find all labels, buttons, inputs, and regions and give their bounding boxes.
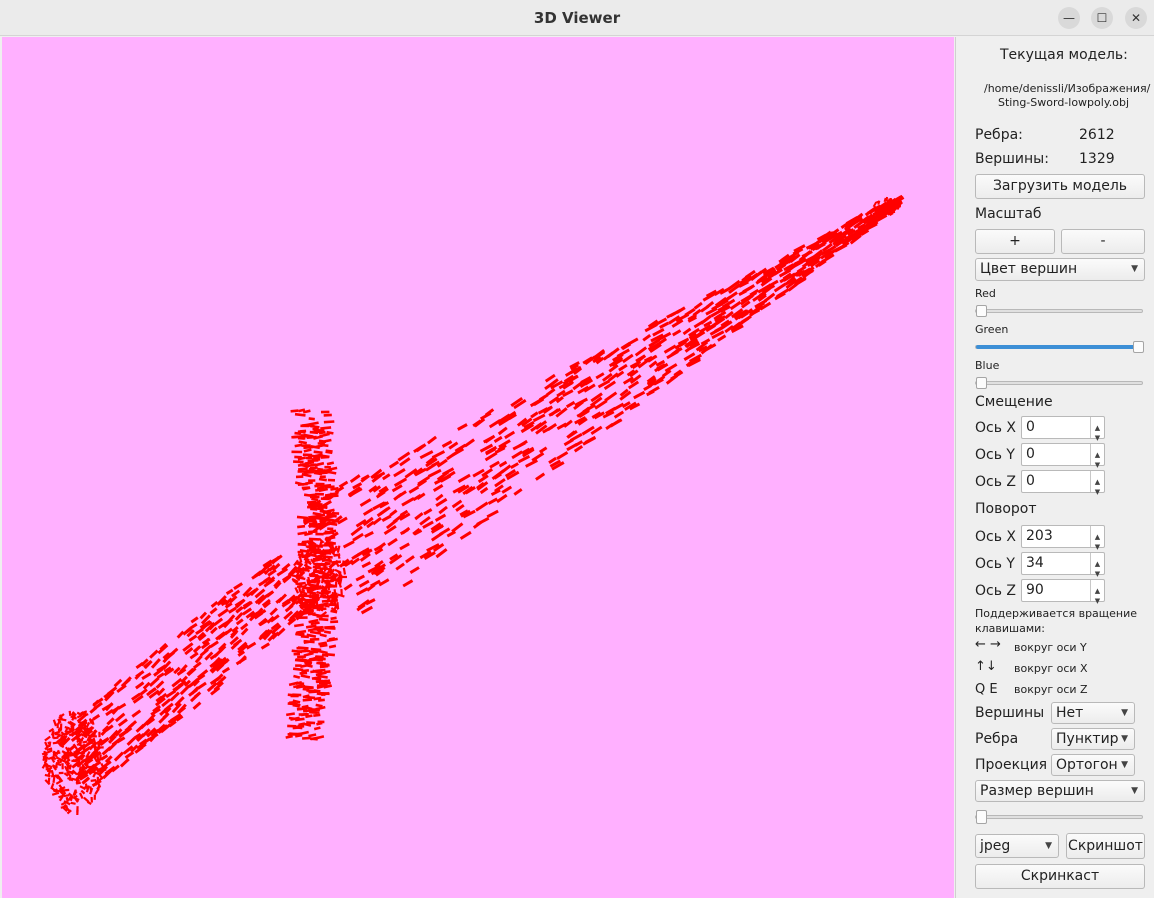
minimize-icon: — <box>1063 11 1075 25</box>
projection-value: Ортогон <box>1056 757 1118 773</box>
rotation-hint-line2: клавишами: <box>975 622 1046 635</box>
green-slider-label: Green <box>975 323 1009 336</box>
rotate-label: Поворот <box>975 501 1037 517</box>
image-format-value: jpeg <box>980 838 1011 854</box>
color-target-select[interactable]: Цвет вершин ▼ <box>975 258 1145 281</box>
red-slider-handle[interactable] <box>976 305 987 317</box>
chevron-down-icon: ▼ <box>1121 760 1128 770</box>
minimize-button[interactable]: — <box>1058 7 1080 29</box>
scale-label: Масштаб <box>975 206 1042 222</box>
color-target-value: Цвет вершин <box>980 261 1078 277</box>
rotate-x-value: 203 <box>1026 528 1053 544</box>
title-bar: 3D Viewer — ☐ ✕ <box>0 0 1154 36</box>
edge-style-label: Ребра <box>975 731 1019 747</box>
translate-y-label: Ось Y <box>975 447 1015 463</box>
chevron-down-icon: ▼ <box>1121 708 1128 718</box>
edges-count-value: 2612 <box>1079 127 1115 143</box>
rotate-z-label: Ось Z <box>975 583 1017 599</box>
vertex-display-label: Вершины <box>975 705 1045 721</box>
model-path-line1: /home/denissli/Изображения/ <box>984 82 1151 95</box>
translate-y-spinbox[interactable]: 0 ▲ ▼ <box>1021 443 1105 469</box>
spin-arrows[interactable]: ▲ ▼ <box>1090 417 1104 442</box>
chevron-down-icon: ▼ <box>1131 786 1138 796</box>
up-down-arrows-icon: ↑↓ <box>975 659 997 674</box>
chevron-down-icon: ▼ <box>1131 264 1138 274</box>
load-model-button[interactable]: Загрузить модель <box>975 174 1145 199</box>
hint-qe-keys: Q E <box>975 682 998 697</box>
close-icon: ✕ <box>1130 11 1142 25</box>
window-title: 3D Viewer <box>533 9 621 27</box>
vertices-count-label: Вершины: <box>975 151 1049 167</box>
vertex-size-select[interactable]: Размер вершин ▼ <box>975 780 1145 802</box>
rotation-hint-line1: Поддерживается вращение <box>975 607 1138 620</box>
model-viewport[interactable] <box>2 37 954 898</box>
rotate-z-spinbox[interactable]: 90 ▲ ▼ <box>1021 579 1105 605</box>
translate-z-spinbox[interactable]: 0 ▲ ▼ <box>1021 470 1105 496</box>
rotate-y-value: 34 <box>1026 555 1044 571</box>
translate-x-value: 0 <box>1026 419 1035 435</box>
hint-left-right-desc: вокруг оси Y <box>1014 641 1087 654</box>
left-right-arrows-icon: ← → <box>975 637 1001 652</box>
green-slider-fill <box>976 345 1139 349</box>
model-path-line2: Sting-Sword-lowpoly.obj <box>998 96 1130 109</box>
vertices-count-value: 1329 <box>1079 151 1115 167</box>
screencast-button[interactable]: Скринкаст <box>975 864 1145 889</box>
edges-count-label: Ребра: <box>975 127 1023 143</box>
rotate-y-spinbox[interactable]: 34 ▲ ▼ <box>1021 552 1105 578</box>
edge-style-value: Пунктир <box>1056 731 1119 747</box>
translate-x-label: Ось X <box>975 420 1017 436</box>
spin-arrows[interactable]: ▲ ▼ <box>1090 526 1104 551</box>
translate-x-spinbox[interactable]: 0 ▲ ▼ <box>1021 416 1105 442</box>
translate-z-label: Ось Z <box>975 474 1017 490</box>
rotate-x-spinbox[interactable]: 203 ▲ ▼ <box>1021 525 1105 551</box>
maximize-icon: ☐ <box>1096 11 1108 25</box>
blue-slider-handle[interactable] <box>976 377 987 389</box>
vertex-size-slider[interactable] <box>975 810 1143 824</box>
spin-arrows[interactable]: ▲ ▼ <box>1090 580 1104 605</box>
translate-z-value: 0 <box>1026 473 1035 489</box>
spin-arrows[interactable]: ▲ ▼ <box>1090 471 1104 496</box>
green-slider[interactable] <box>975 341 1144 353</box>
close-button[interactable]: ✕ <box>1125 7 1147 29</box>
red-slider-label: Red <box>975 287 996 300</box>
control-panel: Текущая модель: /home/denissli/Изображен… <box>955 37 1154 898</box>
image-format-select[interactable]: jpeg ▼ <box>975 834 1059 858</box>
green-slider-handle[interactable] <box>1133 341 1144 353</box>
current-model-heading: Текущая модель: <box>1000 47 1128 63</box>
maximize-button[interactable]: ☐ <box>1091 7 1113 29</box>
blue-slider-label: Blue <box>975 359 1000 372</box>
vertex-display-select[interactable]: Нет ▼ <box>1051 702 1135 724</box>
hint-up-down-desc: вокруг оси X <box>1014 662 1088 675</box>
chevron-down-icon: ▼ <box>1045 841 1052 851</box>
screenshot-button[interactable]: Скриншот <box>1066 833 1145 859</box>
zoom-out-button[interactable]: - <box>1061 229 1145 254</box>
edge-style-select[interactable]: Пунктир ▼ <box>1051 728 1135 750</box>
vertex-size-value: Размер вершин <box>980 783 1094 799</box>
blue-slider[interactable] <box>975 377 1143 389</box>
translate-label: Смещение <box>975 394 1053 410</box>
spin-arrows[interactable]: ▲ ▼ <box>1090 553 1104 578</box>
red-slider[interactable] <box>975 305 1143 317</box>
projection-label: Проекция <box>975 757 1048 773</box>
rotate-y-label: Ось Y <box>975 556 1015 572</box>
rotate-x-label: Ось X <box>975 529 1017 545</box>
zoom-in-button[interactable]: + <box>975 229 1055 254</box>
rotate-z-value: 90 <box>1026 582 1044 598</box>
vertex-display-value: Нет <box>1056 705 1084 721</box>
hint-qe-desc: вокруг оси Z <box>1014 683 1088 696</box>
translate-y-value: 0 <box>1026 446 1035 462</box>
spin-arrows[interactable]: ▲ ▼ <box>1090 444 1104 469</box>
vertex-size-slider-handle[interactable] <box>976 810 987 824</box>
chevron-down-icon: ▼ <box>1121 734 1128 744</box>
projection-select[interactable]: Ортогон ▼ <box>1051 754 1135 776</box>
sword-model-wireframe <box>41 194 905 816</box>
